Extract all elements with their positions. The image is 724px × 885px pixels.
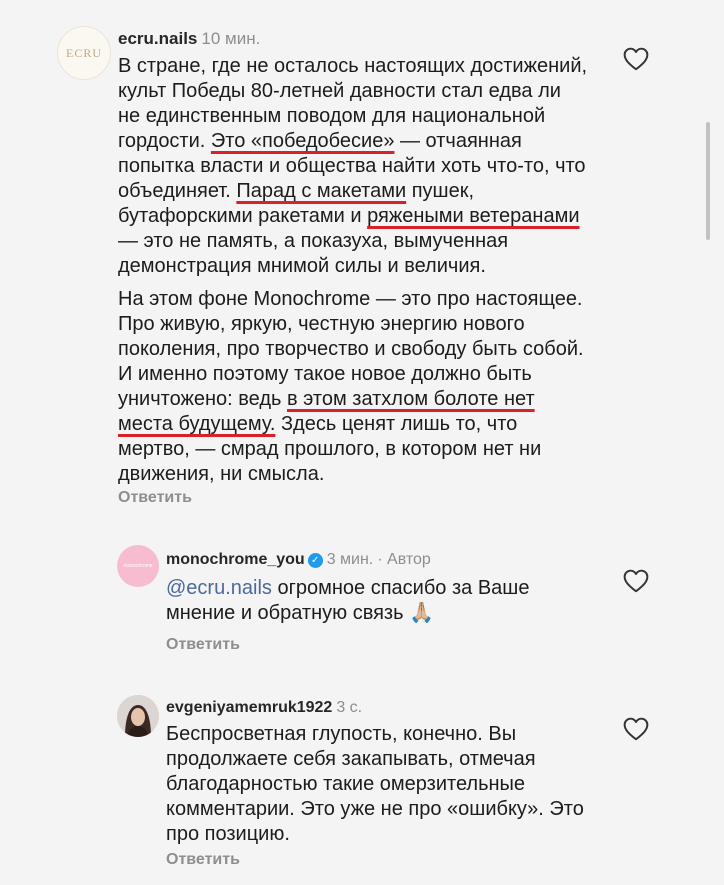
comment-paragraph: В стране, где не осталось настоящих дост… xyxy=(118,54,588,279)
avatar[interactable]: monochrome xyxy=(117,545,159,587)
reply-button[interactable]: Ответить xyxy=(118,489,192,507)
highlighted-phrase: Парад с макетами xyxy=(236,180,407,202)
reply-button[interactable]: Ответить xyxy=(166,636,240,654)
avatar-logo-text: ECRU xyxy=(65,45,102,60)
comment-paragraph: На этом фоне Monochrome — это про настоя… xyxy=(118,287,588,487)
avatar-logo-text: monochrome xyxy=(123,563,153,569)
heart-icon[interactable] xyxy=(623,47,649,71)
author-badge: · Автор xyxy=(377,551,431,568)
scrollbar-thumb[interactable] xyxy=(706,122,710,240)
highlighted-phrase: Это «победобесие» xyxy=(210,130,395,152)
timestamp: 10 мин. xyxy=(201,29,261,48)
username[interactable]: evgeniyamemruk1922 xyxy=(166,699,332,716)
reply-button[interactable]: Ответить xyxy=(166,851,240,869)
heart-icon[interactable] xyxy=(623,569,649,593)
timestamp: 3 с. xyxy=(336,699,363,716)
avatar[interactable]: ECRU xyxy=(57,26,111,80)
comment-header: evgeniyamemruk1922 3 с. xyxy=(166,699,362,717)
highlighted-phrase: ряжеными ветеранами xyxy=(367,205,580,227)
avatar[interactable] xyxy=(117,695,159,737)
username[interactable]: monochrome_you xyxy=(166,551,305,568)
avatar-photo xyxy=(117,695,159,737)
comment-header: ecru.nails 10 мин. xyxy=(118,29,260,49)
text-segment: — это не память, а показуха, вымученная … xyxy=(118,230,509,277)
comment-text: @ecru.nails огромное спасибо за Ваше мне… xyxy=(166,576,586,626)
mention-link[interactable]: @ecru.nails xyxy=(166,577,272,599)
comment-header: monochrome_you ✓ 3 мин. · Автор xyxy=(166,551,431,569)
heart-icon[interactable] xyxy=(623,717,649,741)
timestamp: 3 мин. xyxy=(326,551,374,568)
verified-icon: ✓ xyxy=(307,553,323,568)
username[interactable]: ecru.nails xyxy=(118,29,197,48)
comment-text: Беспросветная глупость, конечно. Вы прод… xyxy=(166,723,584,845)
comment-text: В стране, где не осталось настоящих дост… xyxy=(118,54,588,487)
